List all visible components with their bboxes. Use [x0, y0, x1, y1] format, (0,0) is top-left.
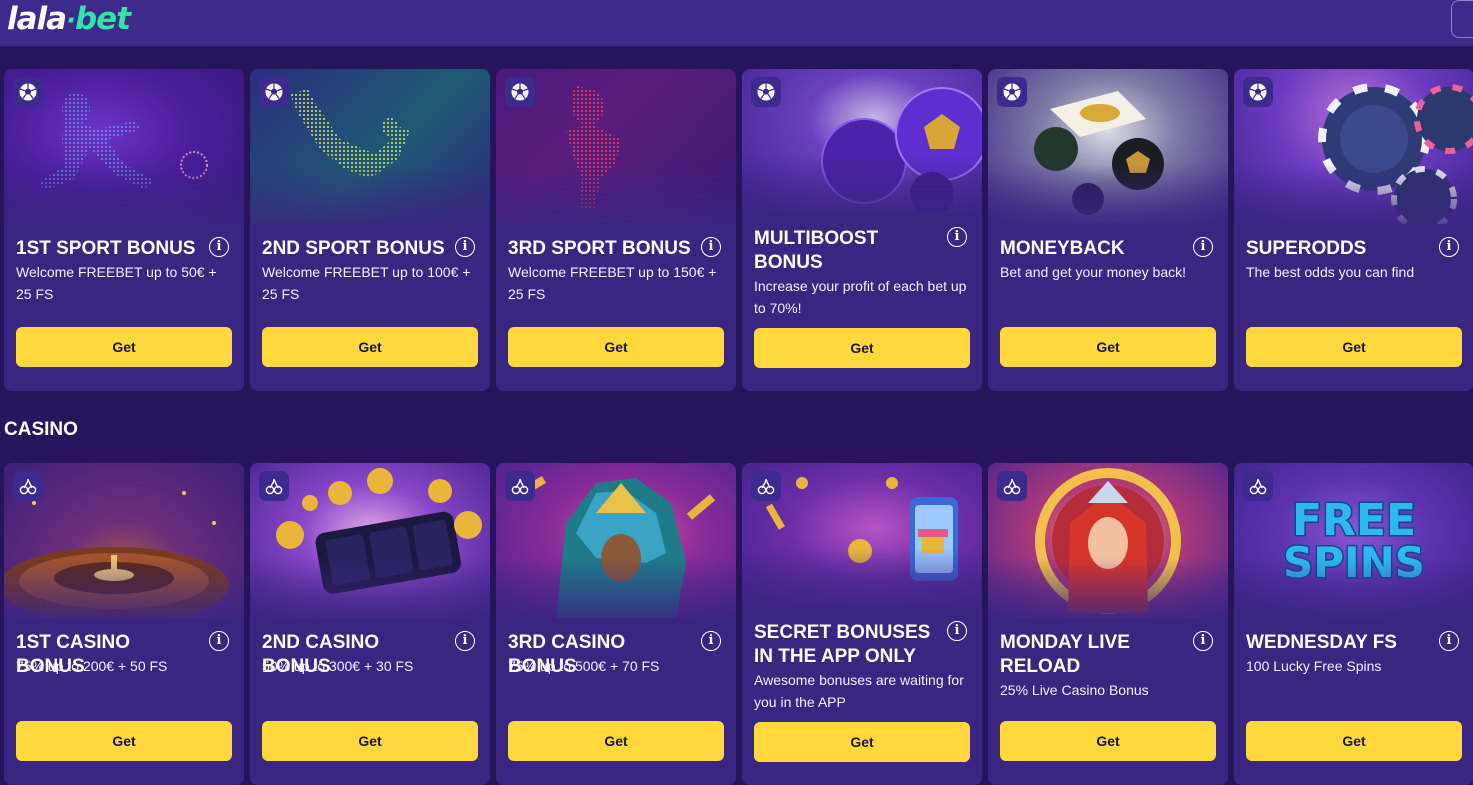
info-icon[interactable]: i — [455, 631, 475, 651]
sport-bonus-card-6: SUPERODDS i The best odds you can find G… — [1234, 69, 1473, 391]
card-title: 2ND SPORT BONUS — [262, 238, 445, 259]
get-bonus-button[interactable]: Get — [1000, 721, 1216, 761]
card-title: MONEYBACK — [1000, 238, 1125, 259]
info-icon[interactable]: i — [701, 237, 721, 257]
card-body: 2ND CASINO BONUS i 50% up to 300€ + 30 F… — [250, 618, 490, 785]
info-icon[interactable]: i — [701, 631, 721, 651]
info-icon[interactable]: i — [209, 237, 229, 257]
info-icon[interactable]: i — [1439, 237, 1459, 257]
logo-text-bet: bet — [74, 1, 131, 37]
casino-bonus-card-3: 3RD CASINO BONUS i 75% up to 500€ + 70 F… — [496, 463, 736, 785]
casino-bonus-card-6: FREE SPINS WEDNESDAY FS i 100 Lucky Free… — [1234, 463, 1473, 785]
logo-dot: · — [66, 6, 76, 36]
soccer-ball-icon — [13, 77, 43, 107]
info-icon[interactable]: i — [1439, 631, 1459, 651]
cherries-icon — [1243, 471, 1273, 501]
logo-text-lala: lala — [7, 1, 67, 37]
info-icon[interactable]: i — [209, 631, 229, 651]
card-body: SUPERODDS i The best odds you can find G… — [1234, 224, 1473, 391]
sport-bonus-card-4: MULTIBOOST BONUS i Increase your profit … — [742, 69, 982, 391]
card-description: Welcome FREEBET up to 150€ + 25 FS — [508, 264, 717, 302]
header-action-button[interactable] — [1451, 0, 1473, 38]
card-title: WEDNESDAY FS — [1246, 632, 1397, 653]
card-description: Welcome FREEBET up to 50€ + 25 FS — [16, 264, 217, 302]
card-title: 1ST SPORT BONUS — [16, 238, 196, 259]
info-icon[interactable]: i — [455, 237, 475, 257]
card-description: Awesome bonuses are waiting for you in t… — [754, 672, 964, 710]
lalabet-logo[interactable]: lala·bet — [7, 1, 131, 38]
get-bonus-button[interactable]: Get — [508, 721, 724, 761]
sport-bonus-card-3: 3RD SPORT BONUS i Welcome FREEBET up to … — [496, 69, 736, 391]
card-body: MULTIBOOST BONUS i Increase your profit … — [742, 214, 982, 391]
card-title: SECRET BONUSES IN THE APP ONLY — [754, 622, 931, 667]
card-title: 3RD SPORT BONUS — [508, 238, 691, 259]
card-body: 2ND SPORT BONUS i Welcome FREEBET up to … — [250, 224, 490, 391]
soccer-ball-icon — [505, 77, 535, 107]
card-description: 75% up to 200€ + 50 FS — [16, 658, 168, 674]
get-bonus-button[interactable]: Get — [1246, 327, 1462, 367]
card-body: WEDNESDAY FS i 100 Lucky Free Spins Get — [1234, 618, 1473, 785]
card-body: 3RD CASINO BONUS i 75% up to 500€ + 70 F… — [496, 618, 736, 785]
info-icon[interactable]: i — [947, 227, 967, 247]
info-icon[interactable]: i — [1193, 237, 1213, 257]
casino-bonus-card-1: 1ST CASINO BONUS i 75% up to 200€ + 50 F… — [4, 463, 244, 785]
card-body: MONEYBACK i Bet and get your money back!… — [988, 224, 1228, 391]
card-body: MONDAY LIVE RELOAD i 25% Live Casino Bon… — [988, 618, 1228, 785]
card-body: 1ST SPORT BONUS i Welcome FREEBET up to … — [4, 224, 244, 391]
get-bonus-button[interactable]: Get — [1000, 327, 1216, 367]
info-icon[interactable]: i — [947, 621, 967, 641]
card-description: 100 Lucky Free Spins — [1246, 658, 1382, 674]
sport-bonus-card-1: 1ST SPORT BONUS i Welcome FREEBET up to … — [4, 69, 244, 391]
card-title: SUPERODDS — [1246, 238, 1367, 259]
soccer-ball-icon — [1243, 77, 1273, 107]
get-bonus-button[interactable]: Get — [754, 722, 970, 762]
cherries-icon — [997, 471, 1027, 501]
card-description: Welcome FREEBET up to 100€ + 25 FS — [262, 264, 471, 302]
cherries-icon — [259, 471, 289, 501]
casino-section-title: CASINO — [4, 419, 78, 440]
casino-bonus-card-5: MONDAY LIVE RELOAD i 25% Live Casino Bon… — [988, 463, 1228, 785]
get-bonus-button[interactable]: Get — [262, 327, 478, 367]
free-spins-word-2: SPINS — [1283, 538, 1425, 587]
card-body: 1ST CASINO BONUS i 75% up to 200€ + 50 F… — [4, 618, 244, 785]
sport-bonus-card-2: 2ND SPORT BONUS i Welcome FREEBET up to … — [250, 69, 490, 391]
get-bonus-button[interactable]: Get — [262, 721, 478, 761]
card-description: The best odds you can find — [1246, 264, 1415, 280]
cherries-icon — [505, 471, 535, 501]
casino-bonus-card-2: 2ND CASINO BONUS i 50% up to 300€ + 30 F… — [250, 463, 490, 785]
card-description: 50% up to 300€ + 30 FS — [262, 658, 414, 674]
card-body: 3RD SPORT BONUS i Welcome FREEBET up to … — [496, 224, 736, 391]
card-description: 75% up to 500€ + 70 FS — [508, 658, 660, 674]
get-bonus-button[interactable]: Get — [16, 721, 232, 761]
get-bonus-button[interactable]: Get — [1246, 721, 1462, 761]
info-icon[interactable]: i — [1193, 631, 1213, 651]
soccer-ball-icon — [259, 77, 289, 107]
get-bonus-button[interactable]: Get — [508, 327, 724, 367]
get-bonus-button[interactable]: Get — [16, 327, 232, 367]
cherries-icon — [13, 471, 43, 501]
get-bonus-button[interactable]: Get — [754, 328, 970, 368]
soccer-ball-icon — [997, 77, 1027, 107]
cherries-icon — [751, 471, 781, 501]
card-description: 25% Live Casino Bonus — [1000, 682, 1149, 698]
card-description: Increase your profit of each bet up to 7… — [754, 278, 967, 316]
card-title: MULTIBOOST BONUS — [754, 228, 879, 273]
card-title: MONDAY LIVE RELOAD — [1000, 632, 1130, 677]
casino-bonus-card-4: SECRET BONUSES IN THE APP ONLY i Awesome… — [742, 463, 982, 785]
card-body: SECRET BONUSES IN THE APP ONLY i Awesome… — [742, 608, 982, 785]
sport-bonus-card-5: MONEYBACK i Bet and get your money back!… — [988, 69, 1228, 391]
top-bar: lala·bet — [0, 0, 1473, 47]
card-description: Bet and get your money back! — [1000, 264, 1186, 280]
soccer-ball-icon — [751, 77, 781, 107]
